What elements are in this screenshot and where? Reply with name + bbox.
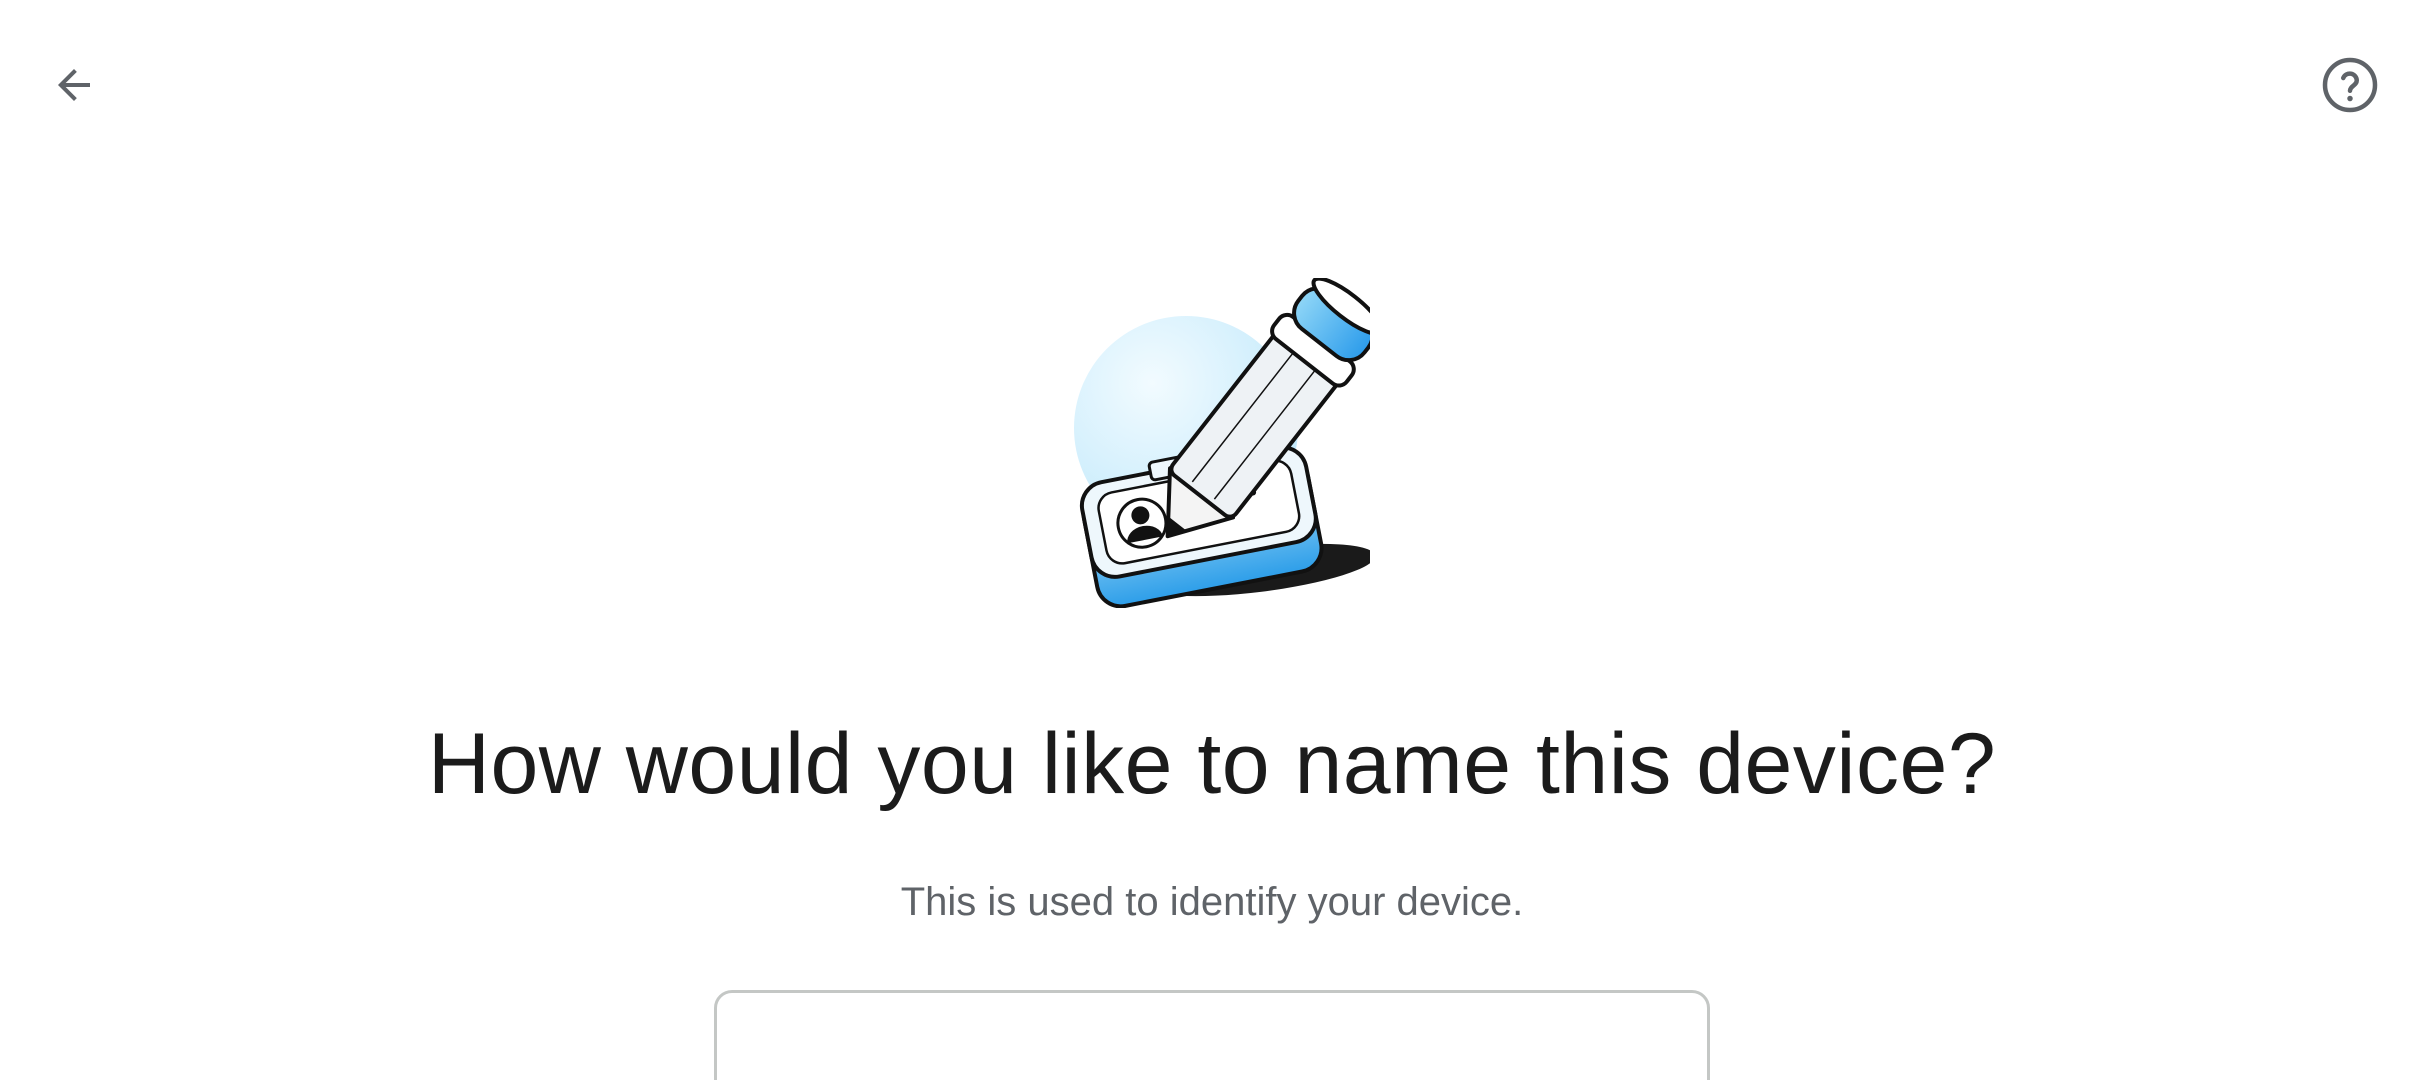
device-name-input[interactable] (714, 990, 1710, 1080)
pencil-on-id-card-icon (1074, 278, 1370, 608)
help-circle-icon (2322, 57, 2378, 113)
arrow-left-icon (58, 69, 90, 101)
device-name-screen: How would you like to name this device? … (0, 0, 2424, 1080)
top-app-bar (0, 0, 2424, 170)
page-title: How would you like to name this device? (427, 716, 1997, 812)
back-button[interactable] (26, 37, 122, 133)
page-subtitle: This is used to identify your device. (900, 880, 1524, 924)
help-button[interactable] (2302, 37, 2398, 133)
